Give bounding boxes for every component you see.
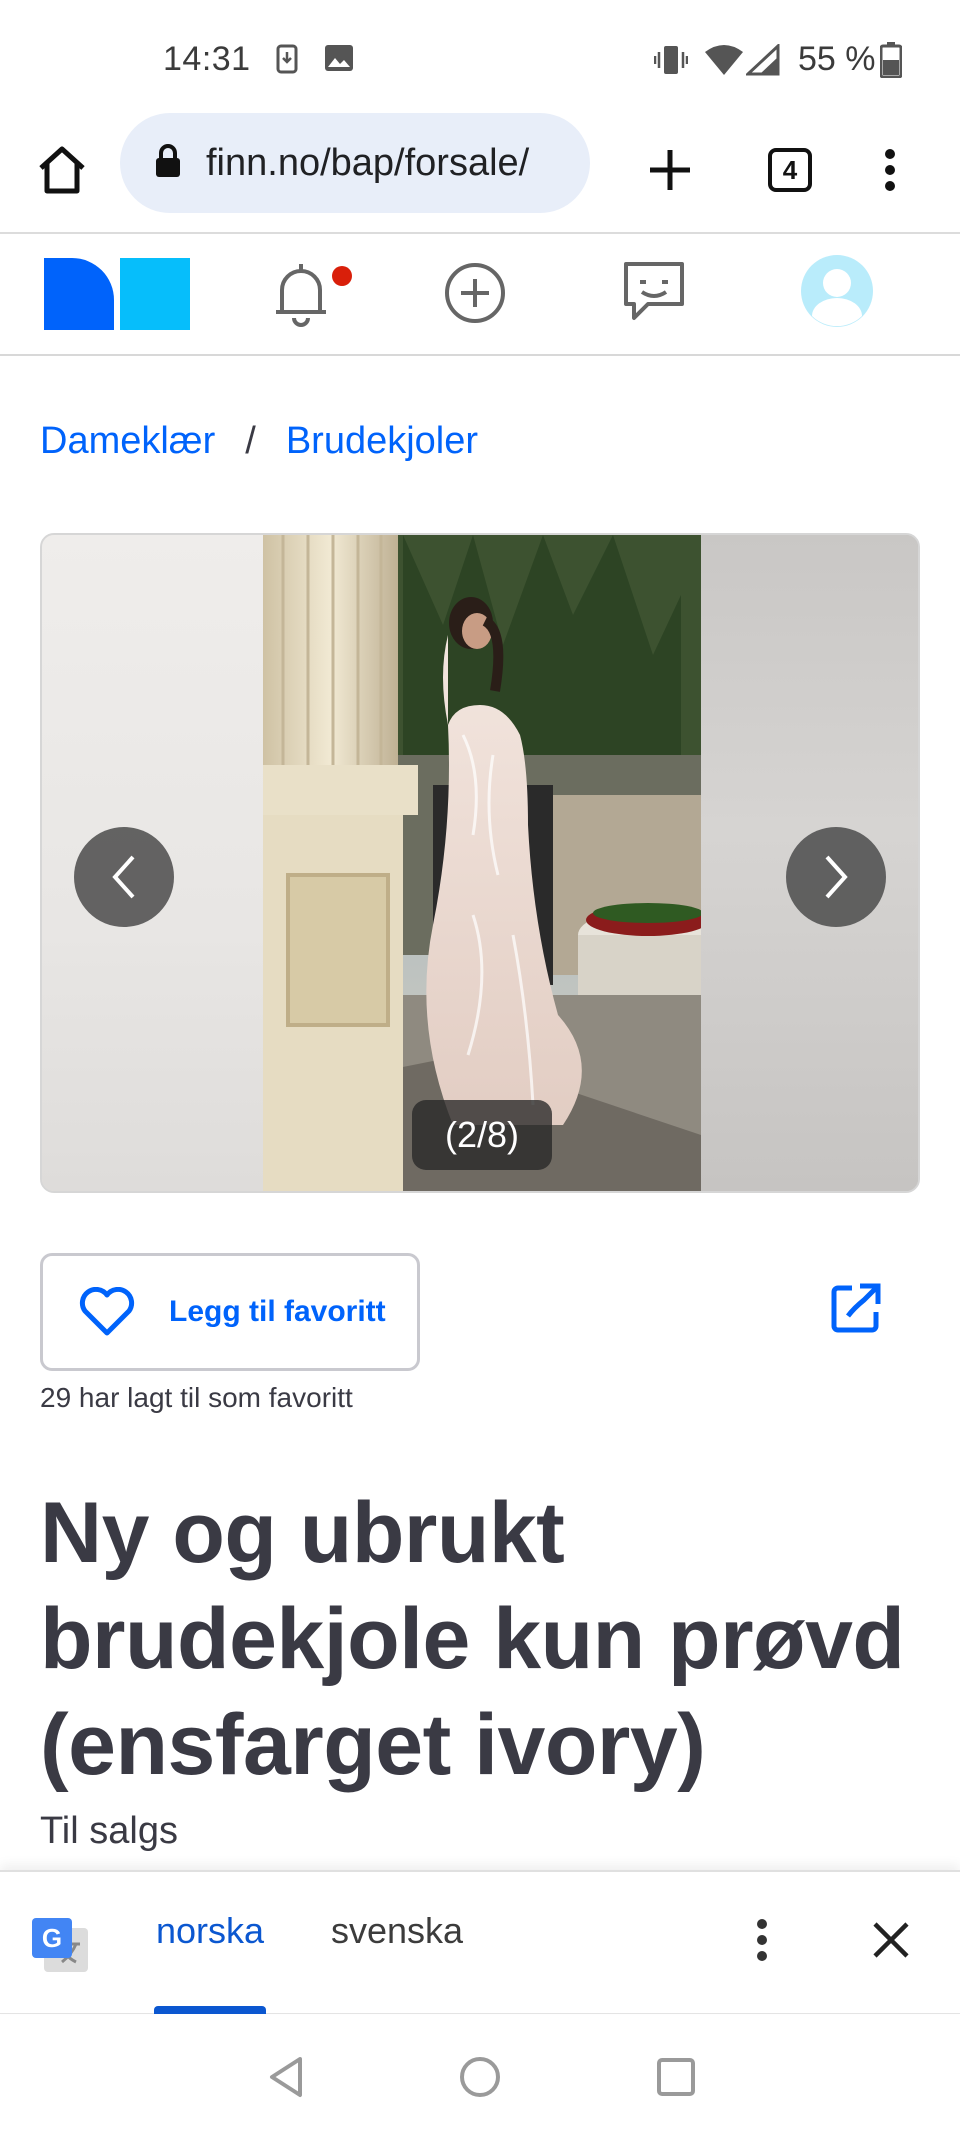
- browser-toolbar: finn.no/bap/forsale/ 4: [0, 110, 960, 234]
- url-text: finn.no/bap/forsale/: [206, 141, 530, 184]
- status-time: 14:31: [163, 40, 251, 78]
- gallery-prev-button[interactable]: [74, 827, 174, 927]
- messages-icon: [624, 262, 684, 320]
- svg-text:G: G: [42, 1923, 62, 1953]
- heart-icon: [79, 1287, 135, 1336]
- profile-avatar-icon: [801, 255, 873, 327]
- profile-button[interactable]: [800, 254, 874, 328]
- google-translate-icon: G: [30, 1916, 90, 1981]
- close-icon: [873, 1922, 909, 1958]
- home-button[interactable]: [30, 138, 94, 202]
- new-tab-button[interactable]: [640, 140, 700, 200]
- status-bar: 14:31 55 %: [0, 0, 960, 110]
- vibrate-icon: [653, 44, 689, 81]
- share-icon: [831, 1283, 881, 1333]
- url-bar[interactable]: finn.no/bap/forsale/: [120, 113, 590, 213]
- more-vert-icon: [757, 1919, 767, 1961]
- translate-bar: G norska svenska: [0, 1870, 960, 2014]
- ad-type-label: Til salgs: [40, 1810, 178, 1852]
- add-favorite-label: Legg til favoritt: [169, 1295, 386, 1328]
- new-ad-plus-icon: [445, 263, 505, 323]
- gallery-counter: (2/8): [412, 1100, 552, 1170]
- battery-icon: [879, 42, 903, 83]
- tab-switcher-button[interactable]: 4: [760, 140, 820, 200]
- home-nav-button[interactable]: [452, 2049, 508, 2105]
- new-ad-button[interactable]: [444, 262, 506, 324]
- back-button[interactable]: [258, 2049, 314, 2105]
- wedding-dress-photo: [263, 535, 701, 1191]
- battery-percent: 55 %: [798, 40, 876, 78]
- finn-logo[interactable]: [44, 258, 190, 330]
- tabs-icon: 4: [768, 148, 812, 192]
- image-gallery[interactable]: (2/8): [40, 533, 920, 1193]
- chevron-right-icon: [825, 855, 848, 899]
- signal-icon: [744, 42, 780, 81]
- ad-title: Ny og ubrukt brudekjole kun prøvd (ensfa…: [40, 1485, 905, 1793]
- favorite-count: 29 har lagt til som favoritt: [40, 1382, 353, 1413]
- menu-dots-icon: [885, 149, 895, 191]
- add-favorite-button[interactable]: Legg til favoritt: [40, 1253, 420, 1371]
- android-nav-bar: [0, 2015, 960, 2133]
- gallery-next-button[interactable]: [786, 827, 886, 927]
- translate-tab-svenska[interactable]: svenska: [331, 1910, 463, 1952]
- active-language-indicator: [154, 2006, 266, 2014]
- new-tab-plus-icon: [650, 150, 690, 190]
- image-icon: [324, 44, 354, 77]
- share-button[interactable]: [826, 1278, 886, 1338]
- wifi-icon: [704, 44, 744, 81]
- breadcrumb-separator: /: [245, 420, 256, 462]
- translate-close-button[interactable]: [868, 1912, 914, 1968]
- translate-more-button[interactable]: [742, 1910, 782, 1970]
- messages-button[interactable]: [622, 260, 686, 324]
- notifications-bell-icon: [276, 264, 352, 327]
- notifications-button[interactable]: [268, 258, 358, 332]
- back-triangle-icon: [270, 2057, 302, 2097]
- home-circle-icon: [460, 2057, 500, 2097]
- home-icon: [39, 146, 85, 194]
- chevron-left-icon: [112, 855, 135, 899]
- browser-menu-button[interactable]: [868, 140, 912, 200]
- lock-icon: [154, 143, 182, 183]
- breadcrumb-item-dameklaer[interactable]: Dameklær: [40, 420, 215, 463]
- translate-tab-norska[interactable]: norska: [156, 1910, 264, 1952]
- site-header-nav: [0, 236, 960, 356]
- download-icon: [276, 44, 298, 79]
- recents-square-icon: [657, 2058, 695, 2096]
- notification-dot: [332, 266, 352, 286]
- breadcrumb-item-brudekjoler[interactable]: Brudekjoler: [286, 420, 478, 463]
- recents-button[interactable]: [648, 2049, 704, 2105]
- breadcrumb: Dameklær / Brudekjoler: [40, 420, 478, 463]
